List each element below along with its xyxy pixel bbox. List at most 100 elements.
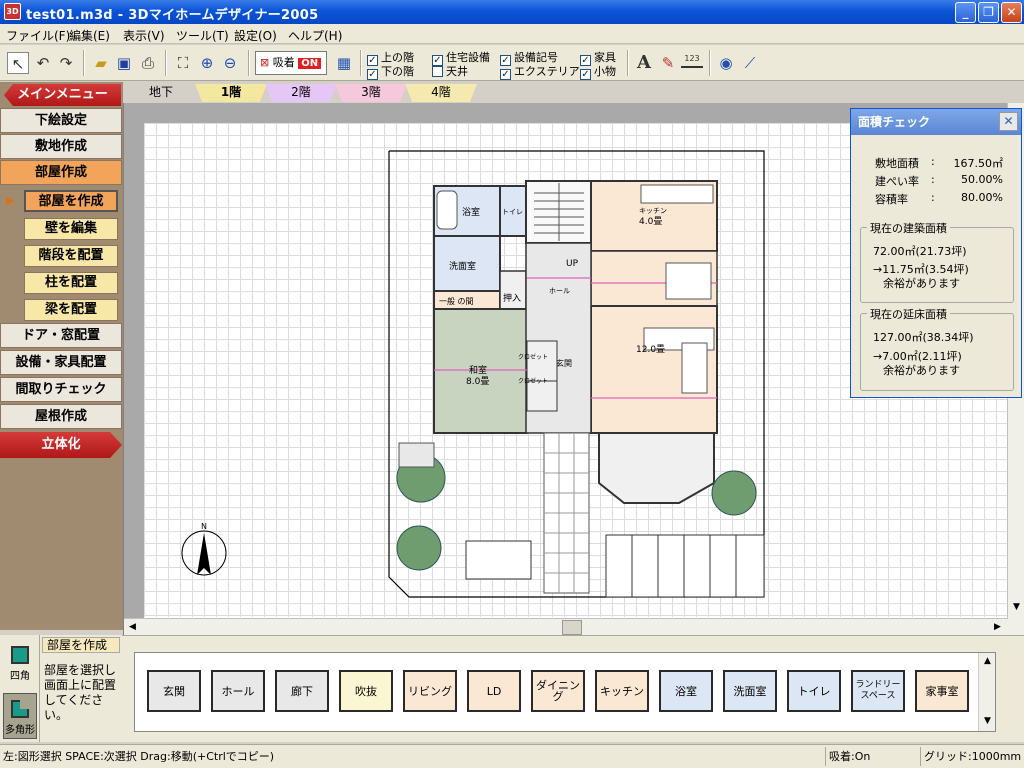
room-kitchen[interactable]: キッチン (595, 670, 649, 712)
menu-help[interactable]: ヘルプ(H) (288, 27, 342, 44)
dimension-icon[interactable]: 123 (681, 52, 703, 68)
pen-icon[interactable]: ✎ (657, 52, 679, 74)
redo-icon[interactable]: ↷ (55, 52, 77, 74)
save-icon[interactable]: ▣ (113, 52, 135, 74)
room-bath[interactable]: 浴室 (659, 670, 713, 712)
grid-icon[interactable]: ▦ (333, 52, 355, 74)
undo-icon[interactable]: ↶ (32, 52, 54, 74)
room-utility[interactable]: 家事室 (915, 670, 969, 712)
menu-door-window[interactable]: ドア・窓配置 (0, 323, 122, 348)
north-label: N (201, 522, 207, 531)
palette-scrollbar[interactable]: ▲ ▼ (978, 653, 995, 731)
tab-basement[interactable]: 地下 (125, 84, 197, 102)
open-folder-icon[interactable]: ▰ (90, 52, 112, 74)
menu-roof-create[interactable]: 屋根作成 (0, 404, 122, 429)
scroll-right-icon[interactable]: ▶ (990, 620, 1005, 635)
menu-room-create[interactable]: 部屋作成 (0, 160, 122, 185)
check-equipment-symbol[interactable]: ✓ 設備記号 (500, 51, 558, 66)
zoom-in-icon[interactable]: ⊕ (196, 52, 218, 74)
toolbar-separator (165, 50, 167, 76)
check-exterior[interactable]: ✓ エクステリア (500, 65, 580, 80)
area-check-title: 面積チェック (851, 109, 1021, 135)
text-tool-icon[interactable]: A (633, 52, 655, 74)
area-check-dialog: 面積チェック ✕ 敷地面積 : 167.50㎡ 建ぺい率 : 50.00% 容積… (850, 108, 1022, 398)
checkbox-icon (432, 66, 443, 77)
room-palette-frame: 玄関 ホール 廊下 吹抜 リビング LD ダイニング キッチン 浴室 洗面室 ト… (134, 652, 996, 732)
room-atrium[interactable]: 吹抜 (339, 670, 393, 712)
room-dining[interactable]: ダイニング (531, 670, 585, 712)
ruler-icon[interactable]: ⟋ (739, 52, 761, 74)
tab-floor-2[interactable]: 2階 (265, 84, 337, 102)
plan-label-cloak2: クロゼット (518, 377, 548, 385)
mode-help-text: 部屋を選択し画面上に配置してください。 (44, 663, 117, 722)
submenu-create-room[interactable]: 部屋を作成 (24, 190, 118, 212)
minimize-button[interactable]: _ (955, 2, 976, 23)
scroll-up-icon[interactable]: ▲ (980, 654, 995, 669)
plan-label-cloak1: クロゼット (518, 353, 548, 361)
room-ld[interactable]: LD (467, 670, 521, 712)
menu-view[interactable]: 表示(V) (123, 27, 165, 44)
rectangle-icon (11, 646, 29, 664)
three-d-button[interactable]: 立体化 (0, 432, 122, 458)
scroll-down-icon[interactable]: ▼ (980, 714, 995, 729)
snap-icon: ⊠ (260, 56, 270, 69)
menu-equipment-furniture[interactable]: 設備・家具配置 (0, 350, 122, 375)
main-menu-button[interactable]: メインメニュー (4, 84, 121, 106)
horizontal-scrollbar[interactable]: ◀ ▶ (124, 618, 1008, 635)
print-icon[interactable]: ⎙ (137, 52, 159, 74)
check-housing-equipment[interactable]: ✓ 住宅設備 (432, 51, 490, 66)
building-area-value: 72.00㎡(21.73坪) (873, 245, 967, 258)
room-entrance[interactable]: 玄関 (147, 670, 201, 712)
room-washroom[interactable]: 洗面室 (723, 670, 777, 712)
menu-site-create[interactable]: 敷地作成 (0, 134, 122, 159)
scroll-down-icon[interactable]: ▼ (1009, 600, 1024, 615)
room-toilet[interactable]: トイレ (787, 670, 841, 712)
plan-label-hall: ホール (549, 287, 570, 295)
zoom-out-icon[interactable]: ⊖ (219, 52, 241, 74)
check-furniture[interactable]: ✓ 家具 (580, 51, 616, 66)
menu-layout-check[interactable]: 間取りチェック (0, 377, 122, 402)
check-ceiling[interactable]: 天井 (432, 65, 468, 78)
checkbox-icon: ✓ (367, 69, 378, 80)
menu-settings[interactable]: 設定(O) (234, 27, 277, 44)
rectangle-shape-button[interactable]: 四角 (3, 638, 37, 684)
status-help: 左:図形選択 SPACE:次選択 Drag:移動(+Ctrlでコピー) (3, 750, 275, 763)
plan-label-up: UP (566, 259, 579, 269)
menu-file[interactable]: ファイル(F) (6, 27, 70, 44)
check-small-items[interactable]: ✓ 小物 (580, 65, 616, 80)
scroll-thumb[interactable] (562, 620, 582, 635)
menu-tools[interactable]: ツール(T) (176, 27, 229, 44)
plan-label-kitchen-size: 4.0畳 (639, 216, 662, 227)
submenu-place-column[interactable]: 柱を配置 (24, 272, 118, 294)
room-living[interactable]: リビング (403, 670, 457, 712)
snap-toggle[interactable]: ⊠ 吸着 ON (255, 51, 327, 75)
compass-icon[interactable]: ◉ (715, 52, 737, 74)
plan-label-toilet: トイレ (502, 208, 523, 216)
plan-label-japanese: 和室 (469, 364, 487, 376)
toolbar: ↖ ↶ ↷ ▰ ▣ ⎙ ⛶ ⊕ ⊖ ⊠ 吸着 ON ▦ ✓ 上の階 ✓ 下の階 ✓ 住… (0, 45, 1024, 81)
room-palette: 玄関 ホール 廊下 吹抜 リビング LD ダイニング キッチン 浴室 洗面室 ト… (122, 635, 1024, 742)
tab-floor-3[interactable]: 3階 (335, 84, 407, 102)
plan-label-washroom: 洗面室 (449, 260, 476, 272)
area-check-close-button[interactable]: ✕ (999, 112, 1018, 131)
room-laundry[interactable]: ランドリースペース (851, 670, 905, 712)
room-corridor[interactable]: 廊下 (275, 670, 329, 712)
submenu-place-beam[interactable]: 梁を配置 (24, 299, 118, 321)
scroll-left-icon[interactable]: ◀ (125, 620, 140, 635)
submenu-edit-wall[interactable]: 壁を編集 (24, 218, 118, 240)
fit-view-icon[interactable]: ⛶ (172, 52, 194, 74)
pointer-icon[interactable]: ↖ (7, 52, 29, 74)
tab-floor-4[interactable]: 4階 (405, 84, 477, 102)
check-lower-floor[interactable]: ✓ 下の階 (367, 65, 414, 80)
tab-floor-1[interactable]: 1階 (195, 84, 267, 102)
polygon-shape-button[interactable]: 多角形 (3, 693, 37, 739)
submenu-place-stairs[interactable]: 階段を配置 (24, 245, 118, 267)
menu-edit[interactable]: 編集(E) (69, 27, 110, 44)
checkbox-icon: ✓ (500, 69, 511, 80)
menu-bar: ファイル(F) 編集(E) 表示(V) ツール(T) 設定(O) ヘルプ(H) (0, 24, 1024, 44)
menu-underlay-settings[interactable]: 下絵設定 (0, 108, 122, 133)
maximize-button[interactable]: ❐ (978, 2, 999, 23)
room-hall[interactable]: ホール (211, 670, 265, 712)
check-upper-floor[interactable]: ✓ 上の階 (367, 51, 414, 66)
close-button[interactable]: ✕ (1001, 2, 1022, 23)
